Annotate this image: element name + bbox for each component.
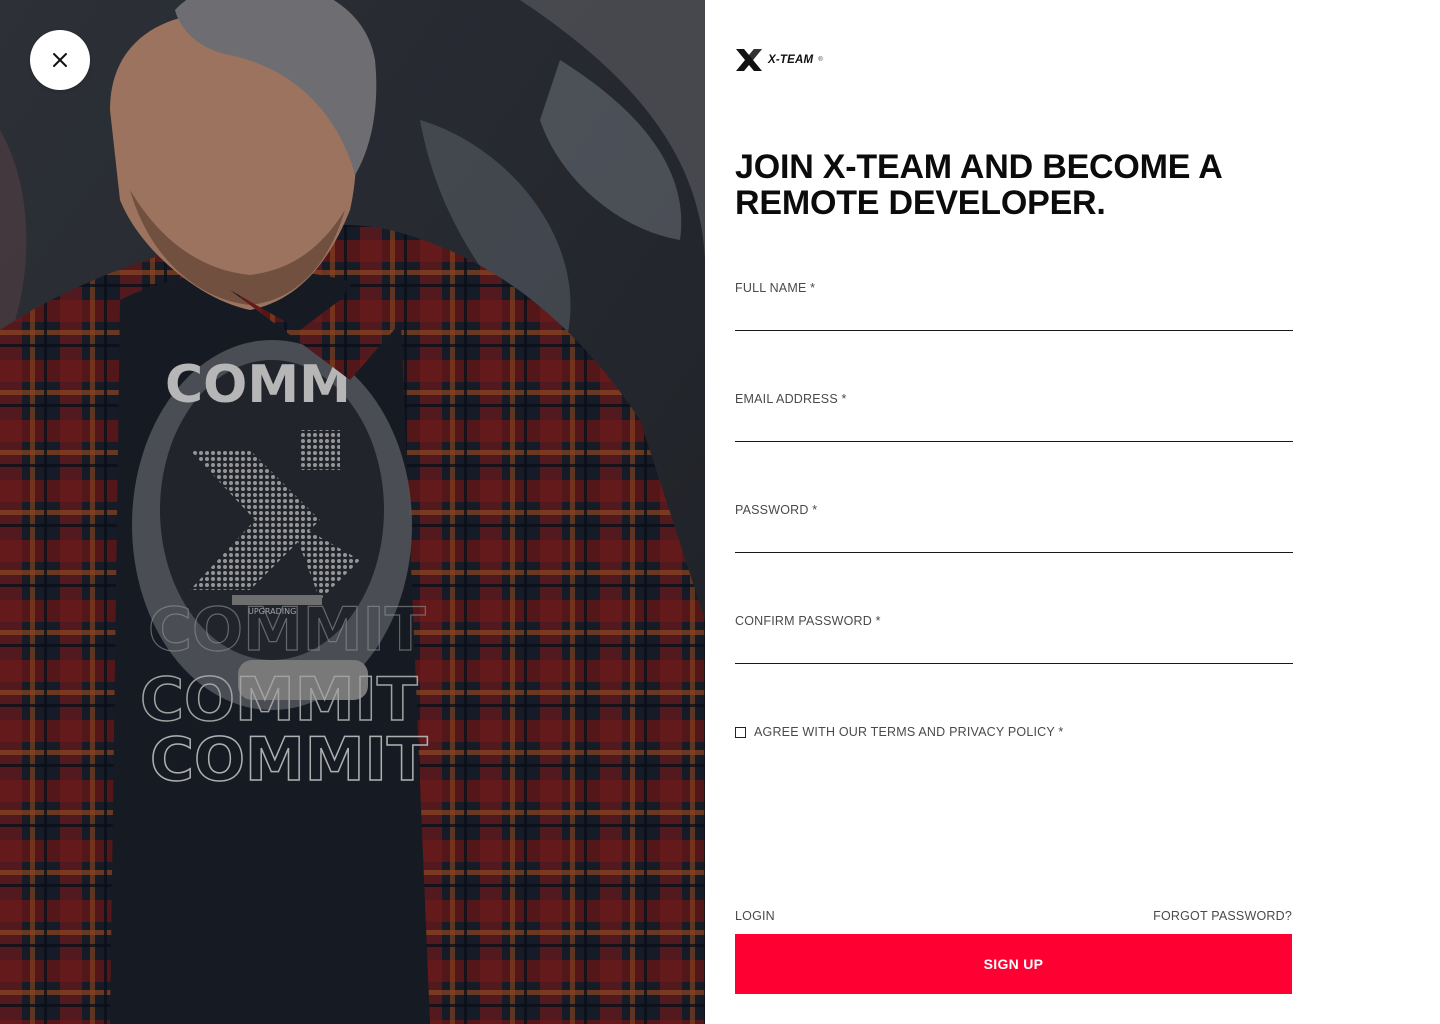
email-label: EMAIL ADDRESS *	[735, 392, 847, 406]
full-name-field: FULL NAME *	[735, 281, 1293, 331]
brand-name: X-TEAM	[768, 54, 814, 66]
signup-panel: X-TEAM ® JOIN X-TEAM AND BECOME A REMOTE…	[705, 0, 1440, 1024]
terms-checkbox[interactable]	[735, 726, 746, 738]
confirm-password-label: CONFIRM PASSWORD *	[735, 614, 881, 628]
email-field: EMAIL ADDRESS *	[735, 392, 1293, 442]
confirm-password-field: CONFIRM PASSWORD *	[735, 614, 1293, 664]
close-button[interactable]	[30, 30, 90, 90]
terms-label[interactable]: AGREE WITH OUR TERMS AND PRIVACY POLICY …	[754, 725, 1063, 739]
brand-logo[interactable]: X-TEAM ®	[735, 46, 823, 74]
auth-links: LOGIN FORGOT PASSWORD?	[735, 909, 1292, 923]
close-icon	[53, 53, 67, 67]
terms-agreement: AGREE WITH OUR TERMS AND PRIVACY POLICY …	[735, 725, 1063, 739]
login-link[interactable]: LOGIN	[735, 909, 775, 923]
hero-photo: COMM UPGRADING COMMIT COMMIT COMMIT	[0, 0, 705, 1024]
password-field: PASSWORD *	[735, 503, 1293, 553]
password-label: PASSWORD *	[735, 503, 818, 517]
full-name-label: FULL NAME *	[735, 281, 816, 295]
forgot-password-link[interactable]: FORGOT PASSWORD?	[1153, 909, 1292, 923]
brand-registered-mark: ®	[818, 57, 823, 63]
x-team-logo-icon	[736, 49, 762, 71]
developer-photo-illustration: COMM UPGRADING COMMIT COMMIT COMMIT	[0, 0, 705, 1024]
confirm-password-input[interactable]	[735, 634, 1293, 664]
password-input[interactable]	[735, 523, 1293, 553]
page-title: JOIN X-TEAM AND BECOME A REMOTE DEVELOPE…	[735, 148, 1222, 222]
sign-up-button[interactable]: SIGN UP	[735, 934, 1292, 994]
email-input[interactable]	[735, 412, 1293, 442]
full-name-input[interactable]	[735, 301, 1293, 331]
